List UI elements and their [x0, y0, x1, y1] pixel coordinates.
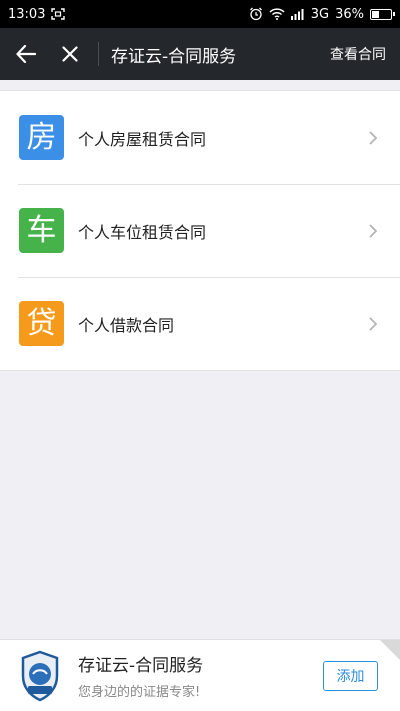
wifi-icon [269, 8, 285, 20]
banner-corner-fold [380, 640, 400, 660]
signal-icon [290, 8, 305, 20]
battery-icon [370, 8, 395, 20]
close-button[interactable] [48, 28, 92, 80]
banner-slogan: 您身边的的证据专家! [78, 685, 201, 700]
network-type: 3G [310, 6, 330, 22]
car-icon: 车 [19, 208, 64, 253]
contract-label: 个人房屋租赁合同 [78, 129, 207, 149]
contract-label: 个人车位租赁合同 [78, 222, 207, 242]
contract-item-parking-lease[interactable]: 车 个人车位租赁合同 [0, 184, 400, 277]
chevron-right-icon [358, 130, 388, 145]
contract-list: 房 个人房屋租赁合同 车 个人车位租赁合同 贷 个人借款合同 [0, 90, 400, 371]
view-contracts-button[interactable]: 查看合同 [316, 44, 400, 64]
status-time: 13:03 [8, 6, 46, 22]
page-title: 存证云-合同服务 [111, 46, 237, 67]
chevron-right-icon [358, 223, 388, 238]
back-button[interactable] [4, 28, 48, 80]
screenshot-icon [51, 8, 66, 20]
battery-percent: 36% [335, 6, 364, 22]
arrow-left-icon [16, 45, 36, 63]
contract-item-loan[interactable]: 贷 个人借款合同 [0, 277, 400, 370]
follow-banner: 存证云-合同服务 您身边的的证据专家! 添加 [0, 639, 400, 711]
contract-label: 个人借款合同 [78, 315, 175, 335]
alarm-icon [249, 7, 263, 21]
app-logo-icon [21, 650, 59, 701]
close-icon [62, 46, 78, 62]
status-bar: 13:03 3G 36% [0, 0, 400, 28]
contract-item-house-lease[interactable]: 房 个人房屋租赁合同 [0, 91, 400, 184]
add-button[interactable]: 添加 [323, 660, 378, 691]
house-icon: 房 [19, 115, 64, 160]
banner-app-name: 存证云-合同服务 [78, 656, 204, 676]
loan-icon: 贷 [19, 301, 64, 346]
nav-bar: 存证云-合同服务 查看合同 [0, 28, 400, 80]
nav-divider [98, 42, 99, 66]
chevron-right-icon [358, 316, 388, 331]
